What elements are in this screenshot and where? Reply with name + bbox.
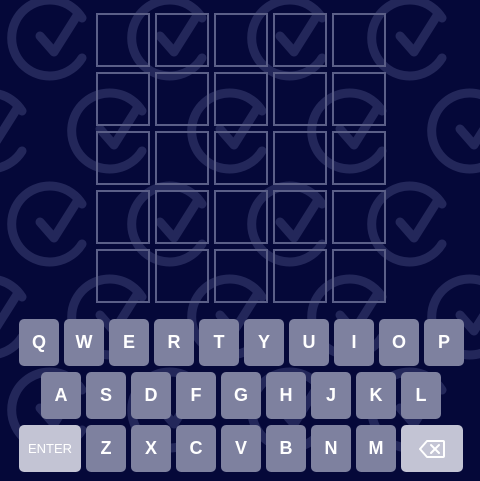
board-tile (273, 13, 327, 67)
board-tile (155, 249, 209, 303)
key-u[interactable]: U (289, 319, 329, 366)
key-h[interactable]: H (266, 372, 306, 419)
key-a[interactable]: A (41, 372, 81, 419)
key-n[interactable]: N (311, 425, 351, 472)
key-k[interactable]: K (356, 372, 396, 419)
key-e[interactable]: E (109, 319, 149, 366)
key-r[interactable]: R (154, 319, 194, 366)
board-tile (214, 249, 268, 303)
backspace-key[interactable] (401, 425, 463, 472)
board-tile (332, 190, 386, 244)
key-i[interactable]: I (334, 319, 374, 366)
board-tile (96, 13, 150, 67)
key-o[interactable]: O (379, 319, 419, 366)
key-w[interactable]: W (64, 319, 104, 366)
key-t[interactable]: T (199, 319, 239, 366)
keyboard-row-3-letters: ZXCVBNM (86, 425, 396, 472)
key-f[interactable]: F (176, 372, 216, 419)
key-x[interactable]: X (131, 425, 171, 472)
board-tile (96, 72, 150, 126)
board-tile (214, 72, 268, 126)
board-tile (332, 131, 386, 185)
board-tile (332, 249, 386, 303)
key-d[interactable]: D (131, 372, 171, 419)
key-z[interactable]: Z (86, 425, 126, 472)
board-tile (273, 249, 327, 303)
key-j[interactable]: J (311, 372, 351, 419)
board-tile (96, 190, 150, 244)
c-logo-icon (0, 93, 22, 169)
backspace-icon (419, 439, 445, 458)
key-m[interactable]: M (356, 425, 396, 472)
board-tile (155, 190, 209, 244)
board-tile (155, 13, 209, 67)
c-logo-icon (12, 186, 82, 262)
key-s[interactable]: S (86, 372, 126, 419)
game-board (96, 13, 386, 303)
board-tile (214, 190, 268, 244)
key-y[interactable]: Y (244, 319, 284, 366)
board-tile (214, 13, 268, 67)
key-l[interactable]: L (401, 372, 441, 419)
board-tile (273, 72, 327, 126)
board-tile (155, 131, 209, 185)
key-q[interactable]: Q (19, 319, 59, 366)
enter-key[interactable]: ENTER (19, 425, 81, 472)
board-tile (96, 249, 150, 303)
board-tile (214, 131, 268, 185)
board-tile (273, 131, 327, 185)
key-g[interactable]: G (221, 372, 261, 419)
board-tile (155, 72, 209, 126)
key-b[interactable]: B (266, 425, 306, 472)
c-logo-icon (12, 0, 82, 76)
key-v[interactable]: V (221, 425, 261, 472)
keyboard-row-2: ASDFGHJKL (41, 372, 441, 419)
board-tile (332, 13, 386, 67)
board-tile (273, 190, 327, 244)
keyboard-row-1: QWERTYUIOP (19, 319, 464, 366)
keyboard-row-3: ENTER ZXCVBNM (19, 425, 463, 472)
board-tile (332, 72, 386, 126)
c-logo-icon (432, 93, 480, 169)
key-p[interactable]: P (424, 319, 464, 366)
key-c[interactable]: C (176, 425, 216, 472)
board-tile (96, 131, 150, 185)
